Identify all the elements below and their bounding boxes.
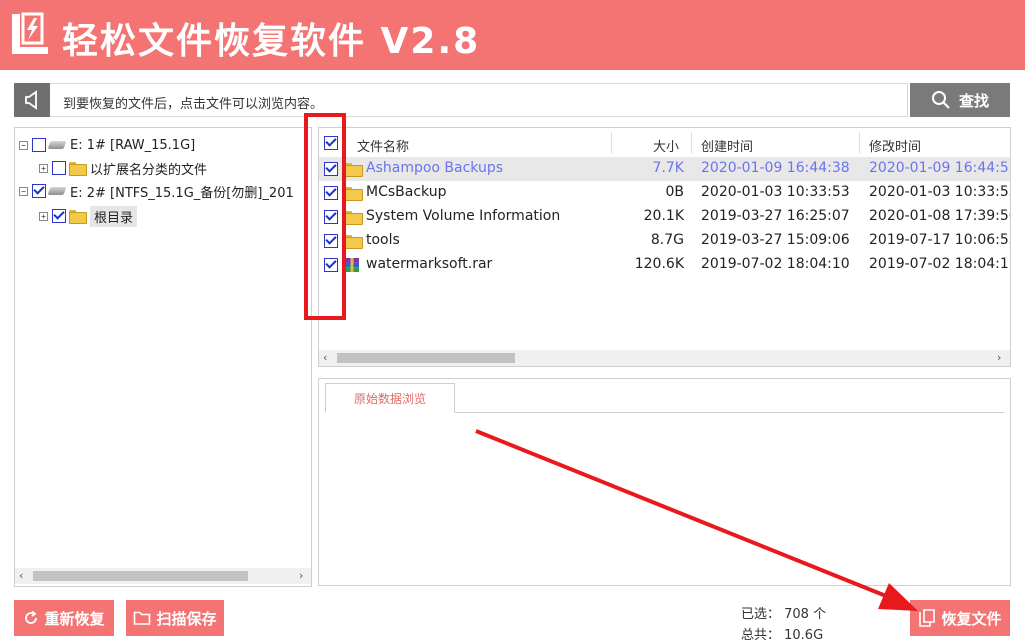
recover-files-button[interactable]: 恢复文件 bbox=[910, 600, 1010, 636]
checkbox-highlight-box bbox=[304, 113, 346, 320]
expand-icon[interactable]: + bbox=[39, 211, 48, 221]
search-button-label: 查找 bbox=[958, 91, 989, 110]
tree-checkbox[interactable] bbox=[52, 161, 66, 175]
tree-node-label: 根目录 bbox=[90, 205, 138, 227]
file-size: 7.7K bbox=[652, 160, 684, 176]
file-name: Ashampoo Backups bbox=[366, 160, 504, 176]
hint-text: 到要恢复的文件后，点击文件可以浏览内容。 bbox=[63, 97, 324, 112]
column-header-name[interactable]: 文件名称 bbox=[357, 136, 409, 155]
tree-node-label: E: 1# [RAW_15.1G] bbox=[70, 137, 196, 153]
file-size: 20.1K bbox=[643, 208, 684, 224]
scroll-right-icon[interactable]: › bbox=[997, 351, 1001, 364]
modified-time: 2020-01-03 10:33:53 bbox=[869, 184, 1011, 200]
scroll-left-icon[interactable]: ‹ bbox=[323, 351, 327, 364]
created-time: 2019-03-27 15:09:06 bbox=[701, 232, 850, 248]
created-time: 2019-03-27 16:25:07 bbox=[701, 208, 850, 224]
tree-node-raw-drive[interactable]: − E: 1# [RAW_15.1G] bbox=[19, 134, 195, 156]
file-name: tools bbox=[366, 232, 400, 248]
tree-node-root-directory[interactable]: + 根目录 bbox=[39, 205, 138, 227]
table-row[interactable]: System Volume Information 20.1K 2019-03-… bbox=[319, 205, 1011, 229]
file-name: System Volume Information bbox=[366, 208, 561, 224]
expand-icon[interactable]: + bbox=[39, 163, 48, 173]
save-scan-button[interactable]: 扫描保存 bbox=[126, 600, 224, 636]
tree-checkbox[interactable] bbox=[32, 138, 46, 152]
modified-time: 2020-01-09 16:44:5 bbox=[869, 160, 1009, 176]
speaker-icon bbox=[25, 90, 37, 110]
created-time: 2019-07-02 18:04:10 bbox=[701, 256, 850, 272]
total-size: 总共： 10.6G bbox=[741, 628, 824, 643]
hint-bar: 到要恢复的文件后，点击文件可以浏览内容。 bbox=[50, 83, 908, 117]
tab-raw-data-preview[interactable]: 原始数据浏览 bbox=[325, 383, 455, 413]
folder-icon bbox=[345, 163, 363, 177]
back-button[interactable] bbox=[14, 83, 50, 117]
title-bar: 轻松文件恢复软件 V2.8 bbox=[0, 0, 1025, 70]
table-header: 文件名称 大小 创建时间 修改时间 bbox=[319, 128, 1010, 158]
selected-count: 已选： 708 个 bbox=[741, 607, 827, 622]
tree-node-ntfs-drive[interactable]: − E: 2# [NTFS_15.1G_备份[勿删]_201 bbox=[19, 180, 294, 202]
search-icon bbox=[931, 91, 950, 109]
export-file-icon bbox=[919, 609, 936, 627]
file-name: MCsBackup bbox=[366, 184, 447, 200]
modified-time: 2019-07-17 10:06:55 bbox=[869, 232, 1011, 248]
folder-icon bbox=[345, 211, 363, 225]
file-name: watermarksoft.rar bbox=[366, 256, 493, 272]
table-row[interactable]: MCsBackup 0B 2020-01-03 10:33:53 2020-01… bbox=[319, 181, 1011, 205]
drive-icon bbox=[49, 186, 65, 196]
column-header-modified[interactable]: 修改时间 bbox=[869, 136, 921, 155]
tree-node-label: E: 2# [NTFS_15.1G_备份[勿删]_201 bbox=[70, 185, 294, 201]
table-row[interactable]: watermarksoft.rar 120.6K 2019-07-02 18:0… bbox=[319, 253, 1011, 277]
app-logo-icon bbox=[12, 12, 48, 54]
drive-tree-panel[interactable]: − E: 1# [RAW_15.1G] + 以扩展名分类的文件 − E: 2# … bbox=[14, 127, 312, 587]
tree-checkbox[interactable] bbox=[52, 209, 66, 223]
search-button[interactable]: 查找 bbox=[910, 83, 1010, 117]
created-time: 2020-01-03 10:33:53 bbox=[701, 184, 850, 200]
folder-icon bbox=[345, 187, 363, 201]
folder-icon bbox=[69, 210, 87, 224]
file-size: 120.6K bbox=[634, 256, 684, 272]
preview-content bbox=[325, 412, 1004, 580]
tree-node-label: 以扩展名分类的文件 bbox=[90, 162, 208, 178]
scroll-right-icon[interactable]: › bbox=[299, 569, 303, 582]
created-time: 2020-01-09 16:44:38 bbox=[701, 160, 850, 176]
file-list-table[interactable]: 文件名称 大小 创建时间 修改时间 Ashampoo Backups 7.7K … bbox=[318, 127, 1011, 367]
column-divider bbox=[691, 132, 692, 154]
folder-icon bbox=[345, 235, 363, 249]
column-divider bbox=[611, 132, 612, 154]
column-header-created[interactable]: 创建时间 bbox=[701, 136, 753, 155]
app-title: 轻松文件恢复软件 V2.8 bbox=[62, 21, 481, 62]
table-row[interactable]: Ashampoo Backups 7.7K 2020-01-09 16:44:3… bbox=[319, 157, 1010, 181]
modified-time: 2019-07-02 18:04:11 bbox=[869, 256, 1011, 272]
table-row[interactable]: tools 8.7G 2019-03-27 15:09:06 2019-07-1… bbox=[319, 229, 1011, 253]
scroll-left-icon[interactable]: ‹ bbox=[19, 569, 23, 582]
collapse-icon[interactable]: − bbox=[19, 186, 28, 196]
preview-panel: 原始数据浏览 bbox=[318, 378, 1011, 586]
tree-checkbox[interactable] bbox=[32, 184, 46, 198]
recover-files-button-label: 恢复文件 bbox=[941, 609, 1002, 628]
column-header-size[interactable]: 大小 bbox=[653, 136, 679, 155]
file-size: 8.7G bbox=[650, 232, 684, 248]
modified-time: 2020-01-08 17:39:50 bbox=[869, 208, 1011, 224]
collapse-icon[interactable]: − bbox=[19, 140, 28, 150]
scrollbar-thumb[interactable] bbox=[337, 353, 515, 363]
folder-outline-icon bbox=[134, 611, 151, 625]
file-size: 0B bbox=[665, 184, 684, 200]
drive-icon bbox=[49, 140, 65, 150]
save-scan-button-label: 扫描保存 bbox=[156, 609, 217, 628]
tree-node-by-extension[interactable]: + 以扩展名分类的文件 bbox=[39, 157, 207, 179]
list-horizontal-scrollbar[interactable]: ‹ › bbox=[319, 350, 1010, 366]
tree-horizontal-scrollbar[interactable]: ‹ › bbox=[15, 568, 311, 584]
rar-file-icon bbox=[345, 258, 359, 272]
folder-icon bbox=[69, 162, 87, 176]
scrollbar-thumb[interactable] bbox=[33, 571, 248, 581]
rescan-button[interactable]: 重新恢复 bbox=[14, 600, 114, 636]
rescan-button-label: 重新恢复 bbox=[44, 609, 105, 628]
column-divider bbox=[859, 132, 860, 154]
refresh-icon bbox=[25, 610, 38, 624]
